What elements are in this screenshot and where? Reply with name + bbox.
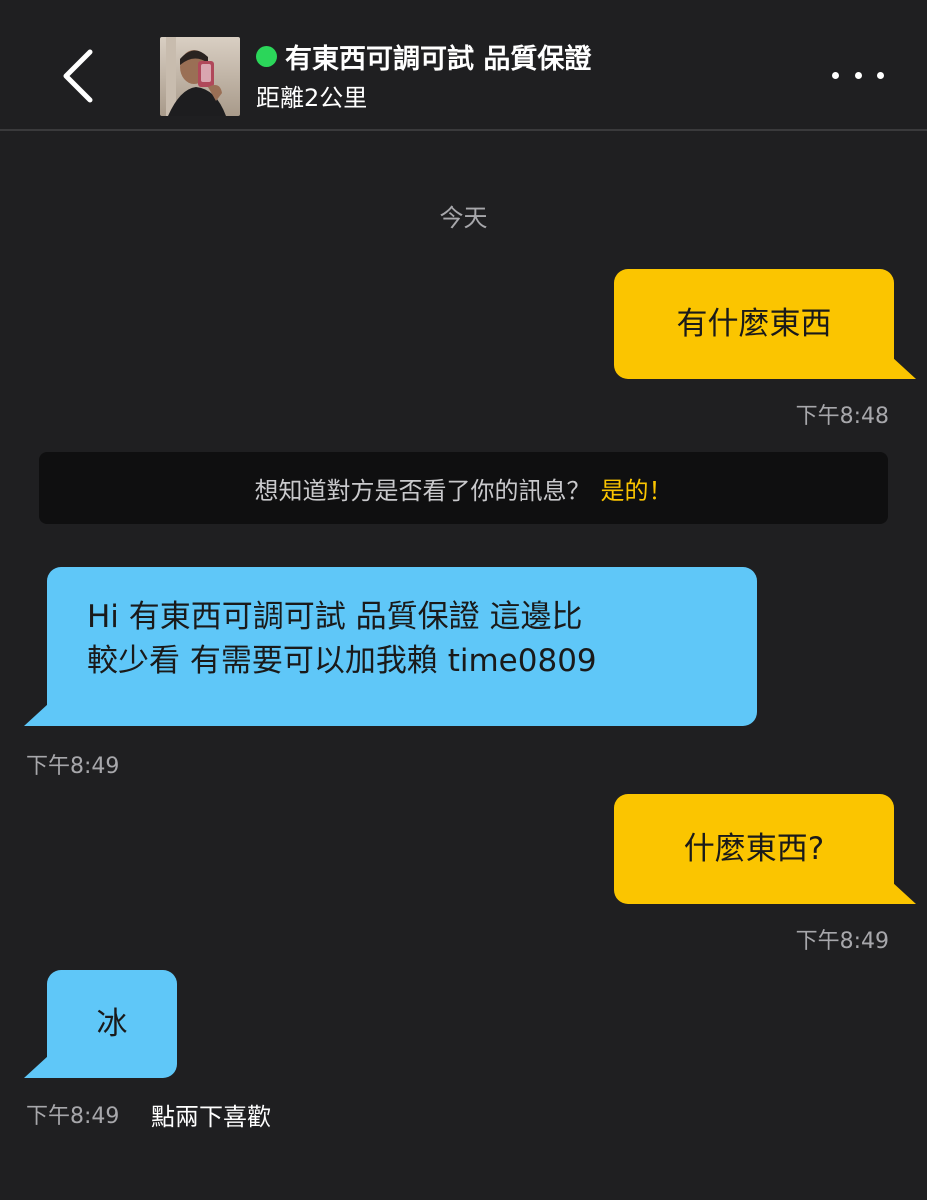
bubble-tail — [24, 1056, 48, 1078]
message-text-line: 較少看 有需要可以加我賴 time0809 — [87, 643, 597, 679]
message-timestamp: 下午8:48 — [795, 404, 889, 429]
message-bubble-outgoing[interactable]: 有什麼東西 — [614, 269, 894, 379]
chat-header: 有東西可調可試 品質保證 距離2公里 — [0, 0, 927, 131]
message-timestamp: 下午8:49 — [795, 929, 889, 954]
read-receipt-promo[interactable]: 想知道對方是否看了你的訊息？ 是的！ — [39, 452, 888, 524]
chat-title: 有東西可調可試 品質保證 — [285, 43, 592, 75]
message-text: 冰 — [96, 1006, 128, 1042]
promo-text: 想知道對方是否看了你的訊息？ — [254, 476, 591, 505]
message-text-line: Hi 有東西可調可試 品質保證 這邊比 — [87, 599, 583, 635]
more-horizontal-icon — [854, 71, 862, 79]
title-row[interactable]: 有東西可調可試 品質保證 — [256, 38, 592, 75]
double-tap-like-hint[interactable]: 點兩下喜歡 — [151, 1097, 271, 1132]
back-button[interactable] — [52, 44, 108, 108]
online-status-dot — [256, 45, 277, 67]
bubble-tail — [24, 704, 48, 726]
message-timestamp: 下午8:49 — [26, 1104, 120, 1129]
more-horizontal-icon — [832, 71, 839, 79]
profile-photo — [160, 37, 240, 116]
message-bubble-outgoing[interactable]: 什麼東西? — [614, 794, 894, 904]
message-timestamp: 下午8:49 — [26, 754, 120, 779]
bubble-tail — [892, 357, 916, 379]
message-text: 什麼東西? — [683, 831, 825, 867]
more-horizontal-icon — [877, 71, 884, 79]
more-options-button[interactable] — [832, 60, 884, 90]
avatar[interactable] — [160, 37, 240, 116]
promo-accent-link[interactable]: 是的！ — [601, 471, 673, 506]
message-text: 有什麼東西 — [676, 306, 832, 342]
distance-label: 距離2公里 — [256, 84, 368, 112]
message-bubble-incoming[interactable]: Hi 有東西可調可試 品質保證 這邊比 較少看 有需要可以加我賴 time080… — [47, 567, 757, 726]
chevron-left-icon — [63, 49, 93, 103]
bubble-tail — [892, 882, 916, 904]
date-separator: 今天 — [439, 204, 488, 232]
chat-screen: 有東西可調可試 品質保證 距離2公里 今天 有什麼東西 下午8:48 想知道對方… — [0, 0, 927, 1200]
message-bubble-incoming[interactable]: 冰 — [47, 970, 177, 1078]
